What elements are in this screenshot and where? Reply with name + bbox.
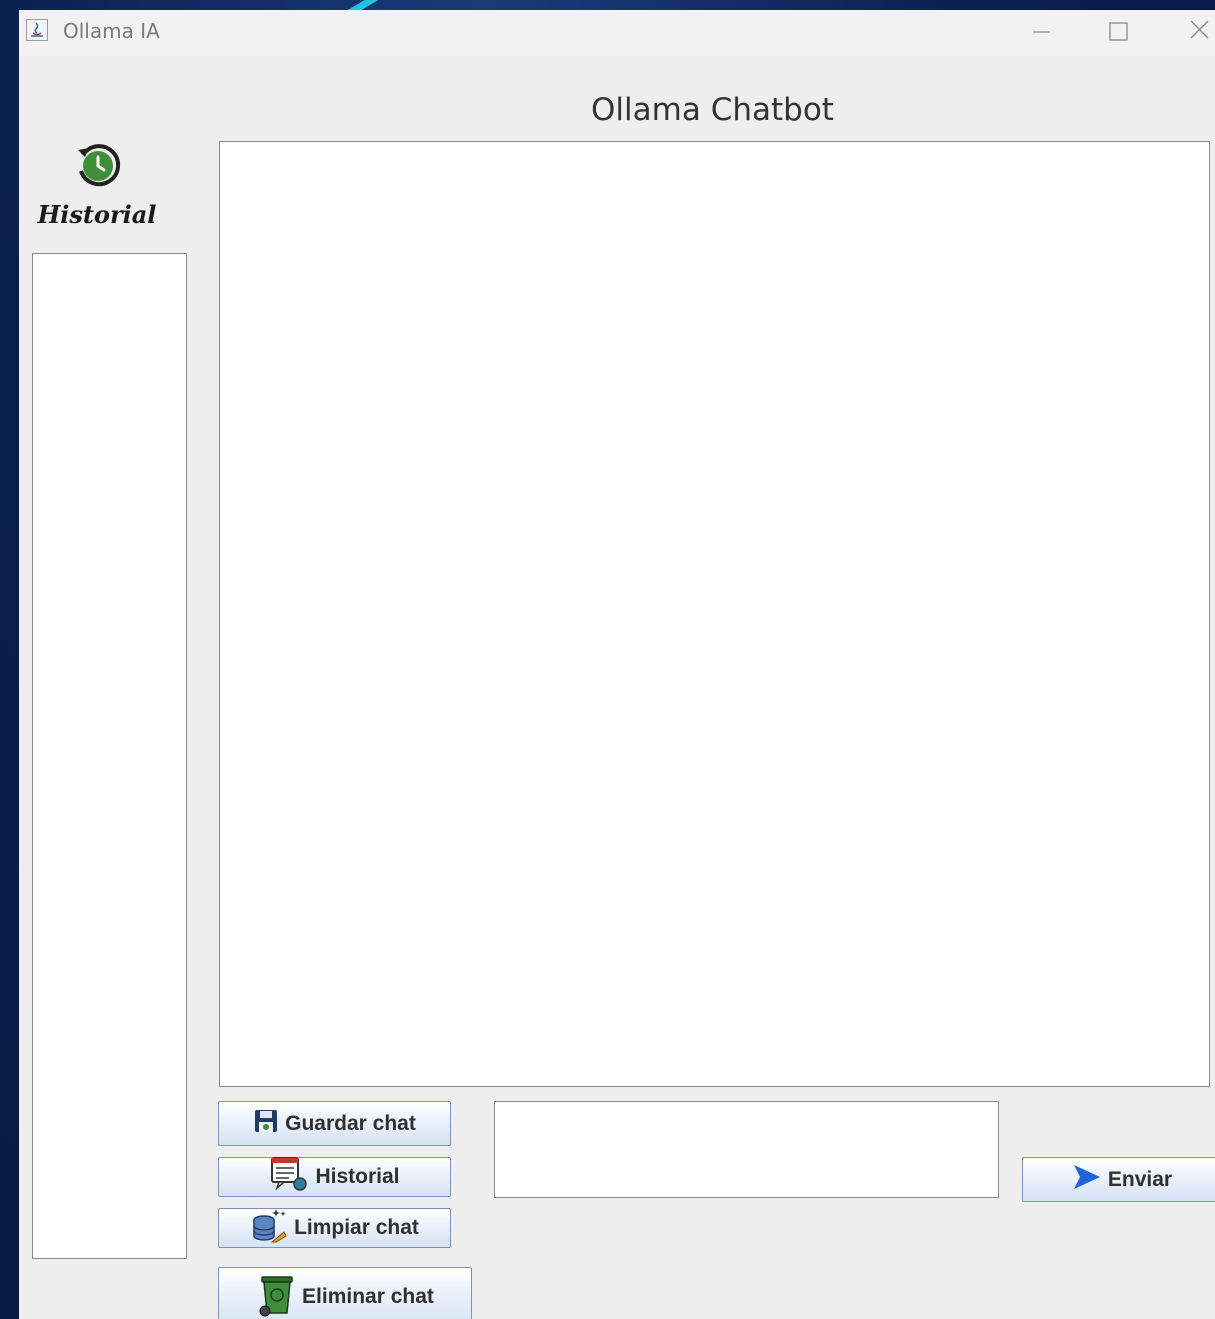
clear-chat-label: Limpiar chat — [294, 1216, 419, 1239]
chat-title: Ollama Chatbot — [591, 92, 834, 128]
history-clock-icon[interactable] — [70, 137, 126, 193]
history-button[interactable]: Historial — [218, 1157, 451, 1197]
send-button-label: Enviar — [1107, 1167, 1173, 1191]
history-document-icon — [269, 1156, 309, 1198]
maximize-button[interactable] — [1091, 10, 1151, 56]
window-title: Ollama IA — [63, 19, 160, 43]
history-heading: Historial — [37, 200, 157, 229]
title-bar[interactable]: Ollama IA — [19, 10, 1215, 56]
history-button-label: Historial — [315, 1165, 400, 1188]
message-input[interactable] — [494, 1101, 999, 1198]
history-list[interactable] — [32, 253, 187, 1259]
floppy-disk-icon — [253, 1108, 279, 1140]
clear-chat-button[interactable]: Limpiar chat — [218, 1208, 451, 1248]
delete-chat-button[interactable]: Eliminar chat — [218, 1267, 472, 1319]
maximize-icon — [1109, 22, 1128, 41]
database-broom-icon — [250, 1206, 288, 1250]
chat-display-area[interactable] — [219, 141, 1210, 1087]
save-chat-label: Guardar chat — [285, 1111, 416, 1135]
trash-bin-icon — [256, 1271, 296, 1319]
minimize-icon — [1033, 31, 1050, 33]
delete-chat-label: Eliminar chat — [302, 1285, 434, 1308]
java-app-icon — [26, 19, 48, 41]
send-button[interactable]: Enviar — [1022, 1157, 1215, 1202]
save-chat-button[interactable]: Guardar chat — [218, 1101, 451, 1146]
app-window: Ollama IA Ollama Chatbot Historial Guard… — [19, 10, 1215, 1319]
close-icon — [1190, 20, 1209, 39]
send-arrow-icon — [1072, 1163, 1102, 1197]
minimize-button[interactable] — [1012, 10, 1072, 56]
close-button[interactable] — [1169, 10, 1215, 56]
